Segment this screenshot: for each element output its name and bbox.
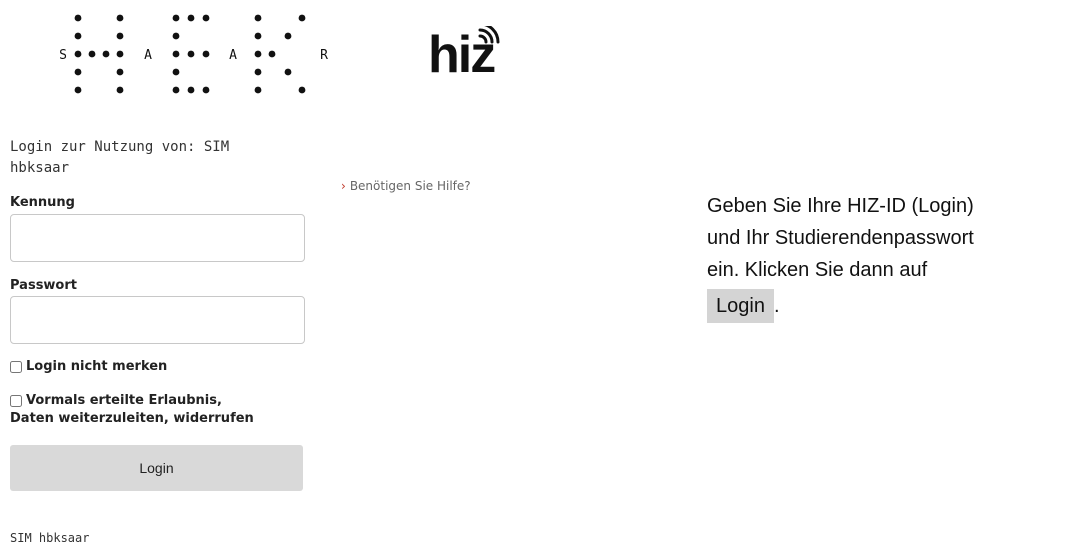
help-link[interactable]: › Benötigen Sie Hilfe? xyxy=(341,179,471,193)
hiz-logo-text: hiz xyxy=(428,26,495,76)
revoke-checkbox[interactable] xyxy=(10,395,22,407)
instruction-login-button-sample: Login xyxy=(707,289,774,323)
revoke-label: Vormals erteilte Erlaubnis, Daten weiter… xyxy=(10,392,254,428)
revoke-label-line1: Vormals erteilte Erlaubnis, xyxy=(26,393,222,408)
password-label: Passwort xyxy=(10,278,77,293)
logo-letter-a1: A xyxy=(144,48,152,63)
hbk-saar-logo: S A A R xyxy=(59,14,328,94)
logo-letter-r: R xyxy=(320,48,328,63)
login-panel: Login zur Nutzung von: SIM hbksaar xyxy=(10,137,310,179)
help-link-label: Benötigen Sie Hilfe? xyxy=(349,179,471,193)
hiz-logo: hiz xyxy=(428,26,500,76)
instructions-line4: Login. xyxy=(707,286,1079,323)
service-title: Login zur Nutzung von: SIM hbksaar xyxy=(10,139,230,176)
instructions-line1: Geben Sie Ihre HIZ-ID (Login) xyxy=(707,195,974,217)
instructions-line2: und Ihr Studierendenpasswort xyxy=(707,227,974,249)
instructions: Geben Sie Ihre HIZ-ID (Login) und Ihr St… xyxy=(707,190,1079,323)
login-button[interactable]: Login xyxy=(10,445,303,491)
password-input[interactable] xyxy=(10,296,305,344)
instructions-trailing: . xyxy=(773,295,780,317)
revoke-option: Vormals erteilte Erlaubnis, Daten weiter… xyxy=(10,392,310,428)
remember-option: Login nicht merken xyxy=(10,358,167,376)
remember-checkbox[interactable] xyxy=(10,361,22,373)
footer-text: SIM hbksaar xyxy=(10,531,90,545)
logo-letter-s: S xyxy=(59,48,67,63)
instructions-line3: ein. Klicken Sie dann auf xyxy=(707,259,928,281)
username-label: Kennung xyxy=(10,195,75,210)
username-input[interactable] xyxy=(10,214,305,262)
remember-label: Login nicht merken xyxy=(26,359,168,374)
revoke-label-line2: Daten weiterzuleiten, widerrufen xyxy=(10,411,254,426)
logo-letter-a2: A xyxy=(229,48,237,63)
chevron-right-icon: › xyxy=(341,179,346,193)
